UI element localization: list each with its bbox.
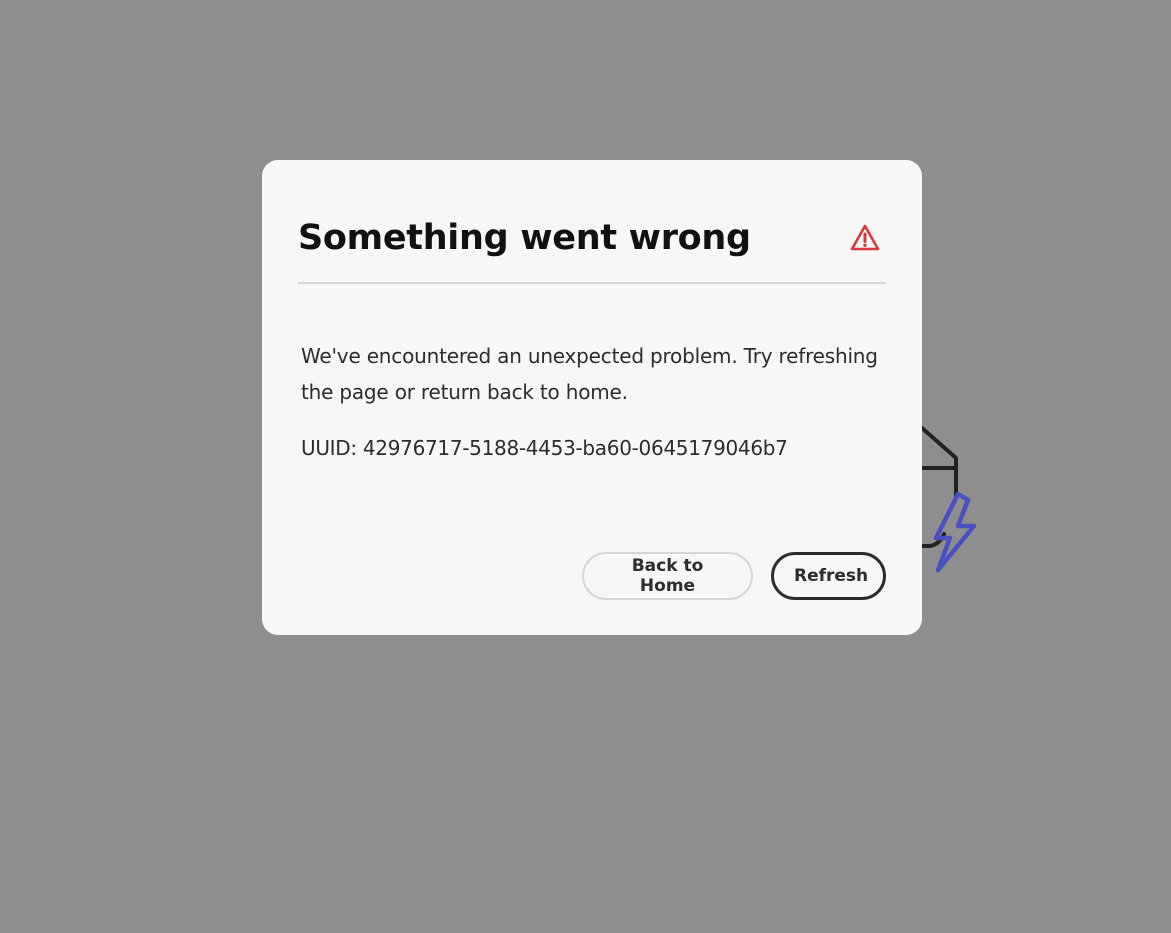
lightning-bolt-icon [933,491,977,573]
dialog-title: Something went wrong [298,218,751,258]
dialog-footer: Back to Home Refresh [582,552,886,600]
dialog-header: Something went wrong [298,212,886,284]
error-uuid: UUID: 42976717-5188-4453-ba60-0645179046… [301,436,788,460]
error-dialog: Something went wrong We've encountered a… [262,160,922,635]
back-to-home-button[interactable]: Back to Home [582,552,753,600]
dialog-body: We've encountered an unexpected problem.… [301,338,882,462]
error-message: We've encountered an unexpected problem.… [301,344,878,404]
refresh-button[interactable]: Refresh [771,552,886,600]
alert-triangle-icon [850,224,880,251]
